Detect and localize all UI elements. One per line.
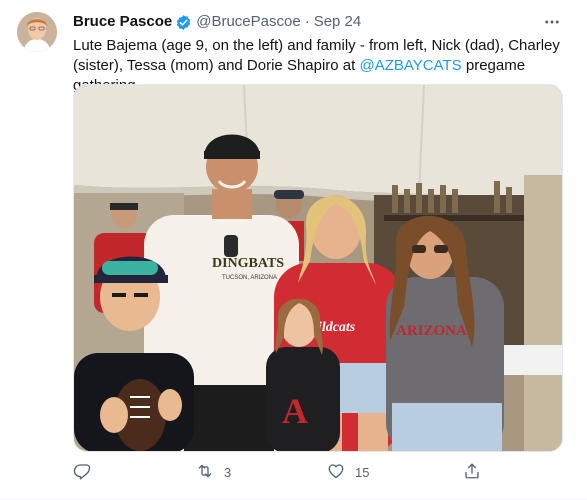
share-icon: [463, 462, 481, 483]
like-count: 15: [355, 464, 370, 480]
retweet-count: 3: [224, 464, 232, 480]
author-name[interactable]: Bruce Pascoe: [73, 12, 172, 32]
mention-link[interactable]: @AZBAYCATS: [360, 57, 462, 74]
share-button[interactable]: [463, 460, 481, 484]
retweet-icon: [196, 462, 214, 483]
reply-button[interactable]: [73, 460, 101, 484]
tweet-card[interactable]: Bruce Pascoe @BrucePascoe · Sep 24 Lute …: [0, 0, 587, 500]
tweet-header: Bruce Pascoe @BrucePascoe · Sep 24: [73, 12, 361, 32]
dad-shirt-text: DINGBATS: [212, 256, 284, 271]
author-handle[interactable]: @BrucePascoe: [196, 12, 300, 32]
tweet-photo[interactable]: DINGBATS TUCSON, ARIZONA Wildcats ARIZON…: [73, 84, 563, 452]
more-icon[interactable]: [540, 10, 564, 34]
like-button[interactable]: 15: [327, 460, 369, 484]
retweet-button[interactable]: 3: [196, 460, 231, 484]
tweet-date[interactable]: Sep 24: [314, 12, 362, 32]
reply-icon: [73, 462, 91, 483]
dorie-shirt-text: ARIZONA: [396, 323, 467, 339]
like-icon: [327, 462, 345, 483]
tweet-actions: 3 15: [73, 460, 563, 484]
dad-shirt-subtext: TUCSON, ARIZONA: [222, 275, 277, 281]
separator-dot: ·: [304, 13, 310, 30]
author-avatar[interactable]: [17, 12, 57, 52]
verified-badge-icon: [175, 14, 192, 31]
charley-shirt-logo: A: [282, 391, 308, 431]
